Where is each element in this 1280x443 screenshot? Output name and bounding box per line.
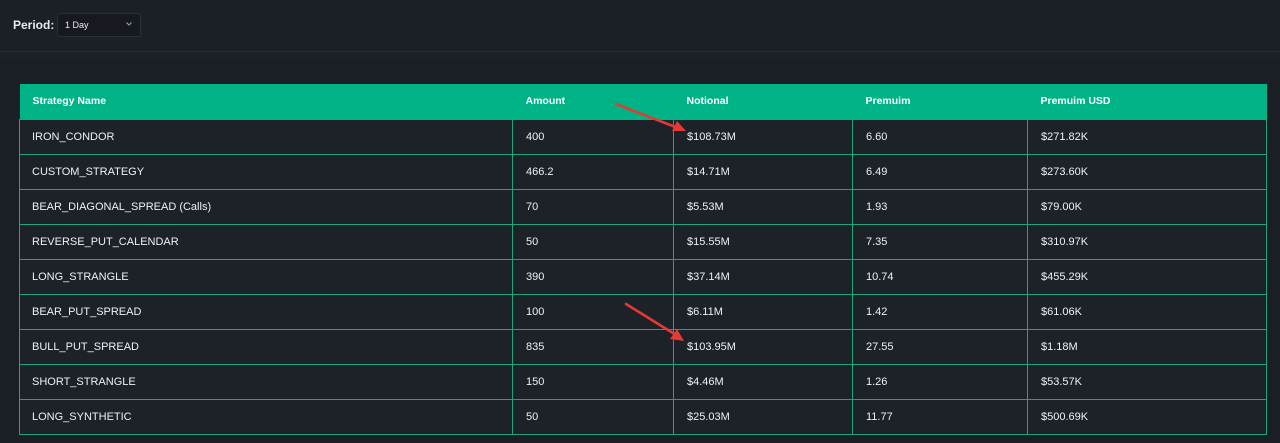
cell-premium-usd: $53.57K <box>1027 363 1267 400</box>
cell-amount: 400 <box>512 118 674 155</box>
cell-premium: 1.42 <box>852 293 1028 330</box>
cell-notional: $4.46M <box>673 363 853 400</box>
column-header-notional[interactable]: Notional <box>674 84 853 119</box>
cell-amount: 150 <box>512 363 674 400</box>
cell-notional: $6.11M <box>673 293 853 330</box>
column-header-strategy-name[interactable]: Strategy Name <box>20 84 513 119</box>
cell-premium: 11.77 <box>852 398 1028 435</box>
column-header-premium[interactable]: Premuim <box>853 84 1028 119</box>
table-row: LONG_SYNTHETIC 50 $25.03M 11.77 $500.69K <box>19 398 1267 435</box>
column-header-amount[interactable]: Amount <box>513 84 674 119</box>
cell-premium: 1.93 <box>852 188 1028 225</box>
table-row: BULL_PUT_SPREAD 835 $103.95M 27.55 $1.18… <box>19 328 1267 365</box>
cell-notional: $5.53M <box>673 188 853 225</box>
table-row: IRON_CONDOR 400 $108.73M 6.60 $271.82K <box>19 118 1267 155</box>
cell-premium: 6.60 <box>852 118 1028 155</box>
cell-notional: $14.71M <box>673 153 853 190</box>
table-row: SHORT_STRANGLE 150 $4.46M 1.26 $53.57K <box>19 363 1267 400</box>
cell-strategy-name: IRON_CONDOR <box>19 118 513 155</box>
cell-premium-usd: $273.60K <box>1027 153 1267 190</box>
table-row: CUSTOM_STRATEGY 466.2 $14.71M 6.49 $273.… <box>19 153 1267 190</box>
period-selected-value: 1 Day <box>65 20 89 30</box>
cell-premium-usd: $79.00K <box>1027 188 1267 225</box>
cell-notional: $108.73M <box>673 118 853 155</box>
cell-strategy-name: SHORT_STRANGLE <box>19 363 513 400</box>
cell-premium: 10.74 <box>852 258 1028 295</box>
cell-strategy-name: REVERSE_PUT_CALENDAR <box>19 223 513 260</box>
table-row: LONG_STRANGLE 390 $37.14M 10.74 $455.29K <box>19 258 1267 295</box>
cell-strategy-name: LONG_STRANGLE <box>19 258 513 295</box>
cell-amount: 100 <box>512 293 674 330</box>
cell-strategy-name: CUSTOM_STRATEGY <box>19 153 513 190</box>
cell-premium-usd: $455.29K <box>1027 258 1267 295</box>
cell-notional: $103.95M <box>673 328 853 365</box>
cell-amount: 50 <box>512 223 674 260</box>
cell-notional: $37.14M <box>673 258 853 295</box>
period-label: Period: <box>13 18 55 32</box>
cell-amount: 835 <box>512 328 674 365</box>
cell-premium: 6.49 <box>852 153 1028 190</box>
cell-notional: $25.03M <box>673 398 853 435</box>
cell-premium: 1.26 <box>852 363 1028 400</box>
cell-premium-usd: $310.97K <box>1027 223 1267 260</box>
cell-amount: 466.2 <box>512 153 674 190</box>
table-header-row: Strategy Name Amount Notional Premuim Pr… <box>19 84 1267 119</box>
column-header-premium-usd[interactable]: Premuim USD <box>1028 84 1267 119</box>
cell-premium-usd: $271.82K <box>1027 118 1267 155</box>
cell-premium-usd: $61.06K <box>1027 293 1267 330</box>
cell-strategy-name: LONG_SYNTHETIC <box>19 398 513 435</box>
cell-strategy-name: BULL_PUT_SPREAD <box>19 328 513 365</box>
table-row: REVERSE_PUT_CALENDAR 50 $15.55M 7.35 $31… <box>19 223 1267 260</box>
period-select[interactable]: 1 Day <box>57 13 141 37</box>
cell-premium: 27.55 <box>852 328 1028 365</box>
chevron-down-icon <box>126 22 132 26</box>
cell-premium-usd: $500.69K <box>1027 398 1267 435</box>
cell-premium: 7.35 <box>852 223 1028 260</box>
cell-strategy-name: BEAR_PUT_SPREAD <box>19 293 513 330</box>
table-row: BEAR_DIAGONAL_SPREAD (Calls) 70 $5.53M 1… <box>19 188 1267 225</box>
table-row: BEAR_PUT_SPREAD 100 $6.11M 1.42 $61.06K <box>19 293 1267 330</box>
cell-notional: $15.55M <box>673 223 853 260</box>
cell-premium-usd: $1.18M <box>1027 328 1267 365</box>
filter-bar: Period: 1 Day <box>0 0 1280 52</box>
cell-amount: 390 <box>512 258 674 295</box>
cell-amount: 50 <box>512 398 674 435</box>
cell-amount: 70 <box>512 188 674 225</box>
strategy-table: Strategy Name Amount Notional Premuim Pr… <box>19 84 1267 435</box>
cell-strategy-name: BEAR_DIAGONAL_SPREAD (Calls) <box>19 188 513 225</box>
